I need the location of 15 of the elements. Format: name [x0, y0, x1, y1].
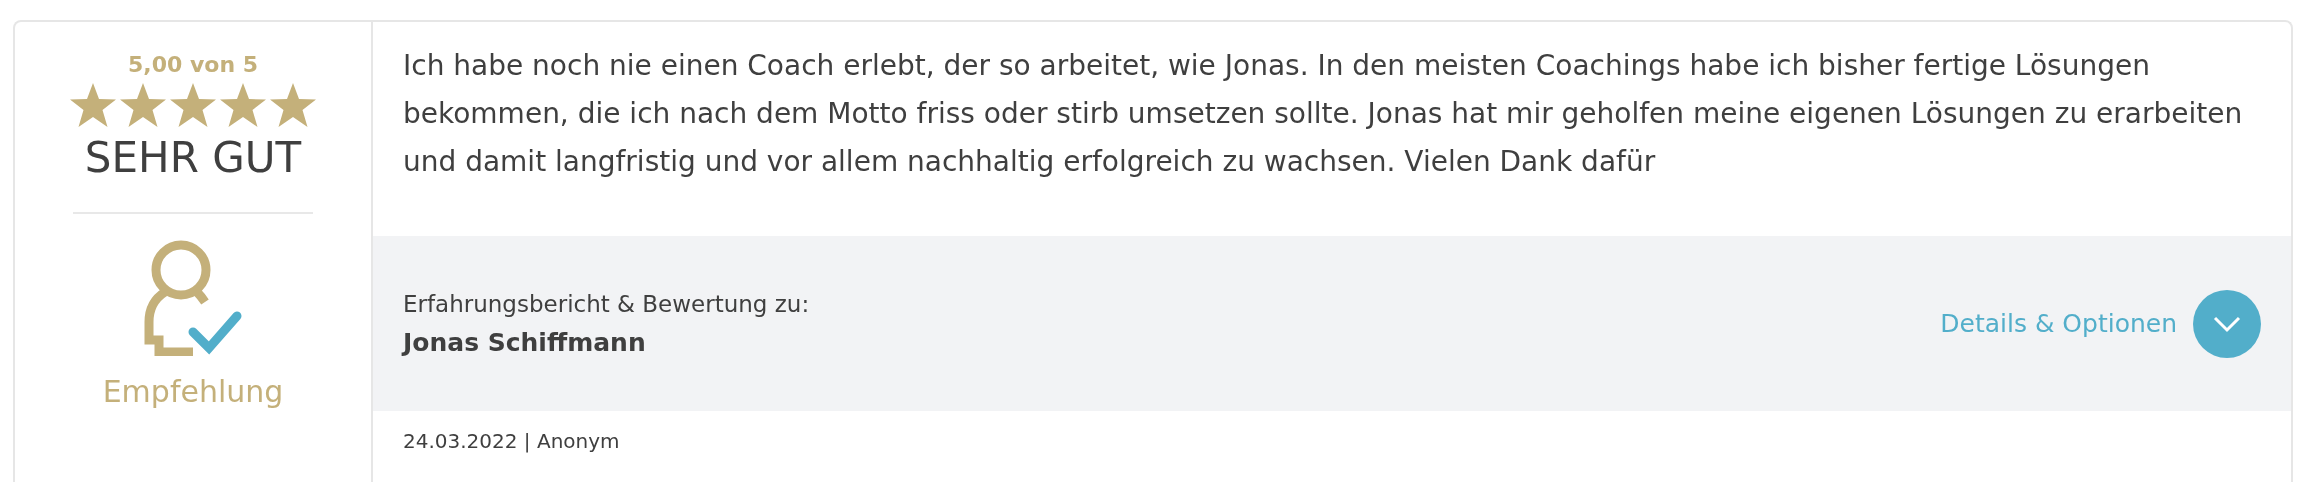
review-text: Ich habe noch nie einen Coach erlebt, der so arbeitet, wie Jonas. In den meisten Coachings habe ich bisher fertige Lösungen bekommen, die ich nach dem Motto friss oder stirb umsetzen sollte. Jonas hat mir geholfen meine eigenen Lösungen zu erarbeiten und damit langfristig und vor allem nachhaltig erfolgreich zu wachsen. Vielen Dank dafür — [402, 48, 2244, 180]
rating-verdict: SEHR GUT — [84, 132, 302, 184]
star-icon — [69, 82, 117, 128]
chevron-down-icon — [2212, 314, 2242, 333]
review-meta: 24.03.2022 | Anonym — [402, 428, 621, 455]
rating-score: 5,00 von 5 — [128, 52, 258, 78]
details-link[interactable]: Details & Optionen — [1940, 309, 2177, 338]
star-icon — [219, 82, 267, 128]
star-icon — [119, 82, 167, 128]
recommendation-label: Empfehlung — [102, 373, 284, 411]
star-icon — [269, 82, 317, 128]
subject-name: Jonas Schiffmann — [403, 326, 647, 359]
star-icon — [169, 82, 217, 128]
subject-label: Erfahrungsbericht & Bewertung zu: — [403, 289, 810, 319]
user-check-icon — [143, 240, 243, 356]
